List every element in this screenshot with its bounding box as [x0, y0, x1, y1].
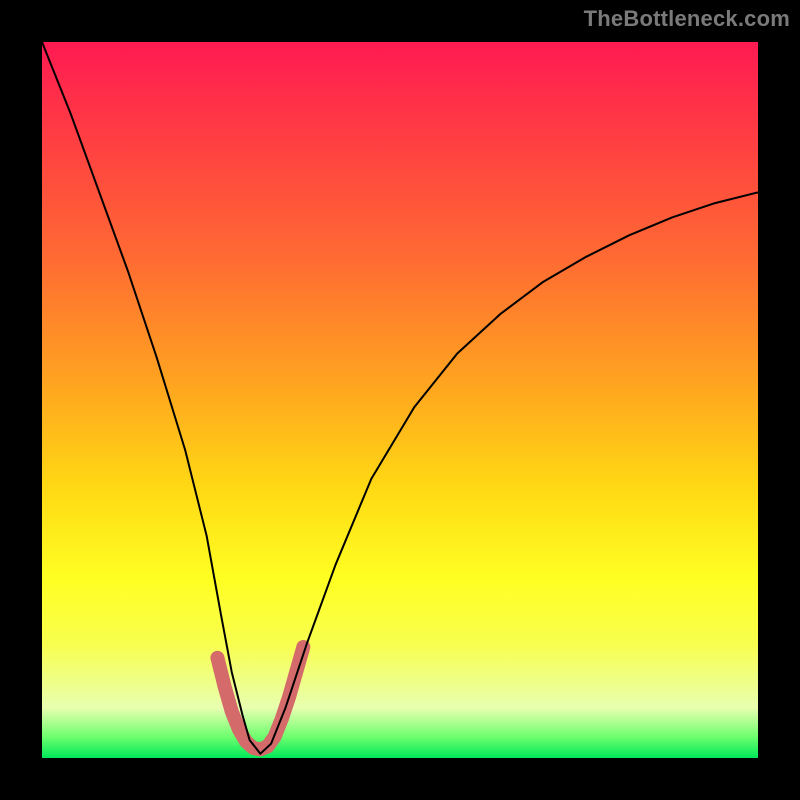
watermark-text: TheBottleneck.com [584, 6, 790, 32]
chart-svg [42, 42, 758, 758]
chart-frame: TheBottleneck.com [0, 0, 800, 800]
chart-plot-area [42, 42, 758, 758]
bottleneck-curve [42, 42, 758, 754]
